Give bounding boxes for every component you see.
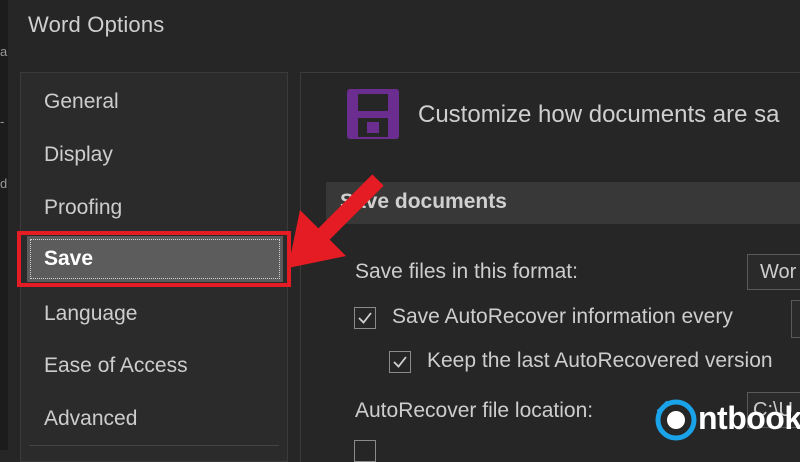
sidebar-item-save[interactable]: Save	[27, 236, 283, 282]
brand-text: ntbook	[698, 400, 800, 436]
format-label: Save files in this format:	[355, 260, 578, 283]
background-window-edge: a - d	[0, 0, 8, 450]
autorecover-checkbox[interactable]	[354, 307, 376, 329]
autorecover-location-label: AutoRecover file location:	[355, 399, 594, 422]
sidebar-item-display[interactable]: Display	[21, 132, 287, 178]
page-heading: Customize how documents are sa	[418, 101, 780, 128]
brand-watermark: ntbook	[654, 398, 800, 442]
checkmark-icon	[393, 356, 407, 368]
sidebar-item-advanced[interactable]: Advanced	[21, 396, 287, 442]
sidebar-divider	[29, 445, 279, 446]
floppy-disk-icon	[347, 89, 399, 139]
keep-last-version-checkbox[interactable]	[389, 351, 411, 373]
options-sidebar: General Display Proofing Save Language E…	[20, 72, 288, 462]
red-pointer-arrow	[288, 174, 384, 268]
save-format-dropdown[interactable]: Wor	[747, 254, 800, 290]
sidebar-item-proofing[interactable]: Proofing	[21, 185, 287, 231]
autorecover-minutes-input[interactable]	[791, 300, 800, 338]
autorecover-label: Save AutoRecover information every	[392, 305, 733, 328]
sidebar-item-ease-of-access[interactable]: Ease of Access	[21, 343, 287, 389]
sidebar-item-language[interactable]: Language	[21, 291, 287, 337]
keep-last-version-label: Keep the last AutoRecovered version	[427, 349, 773, 372]
partial-checkbox[interactable]	[354, 440, 376, 462]
sidebar-item-general[interactable]: General	[21, 79, 287, 125]
window-title: Word Options	[28, 12, 165, 37]
brand-logo-icon	[655, 399, 697, 441]
checkmark-icon	[358, 312, 372, 324]
